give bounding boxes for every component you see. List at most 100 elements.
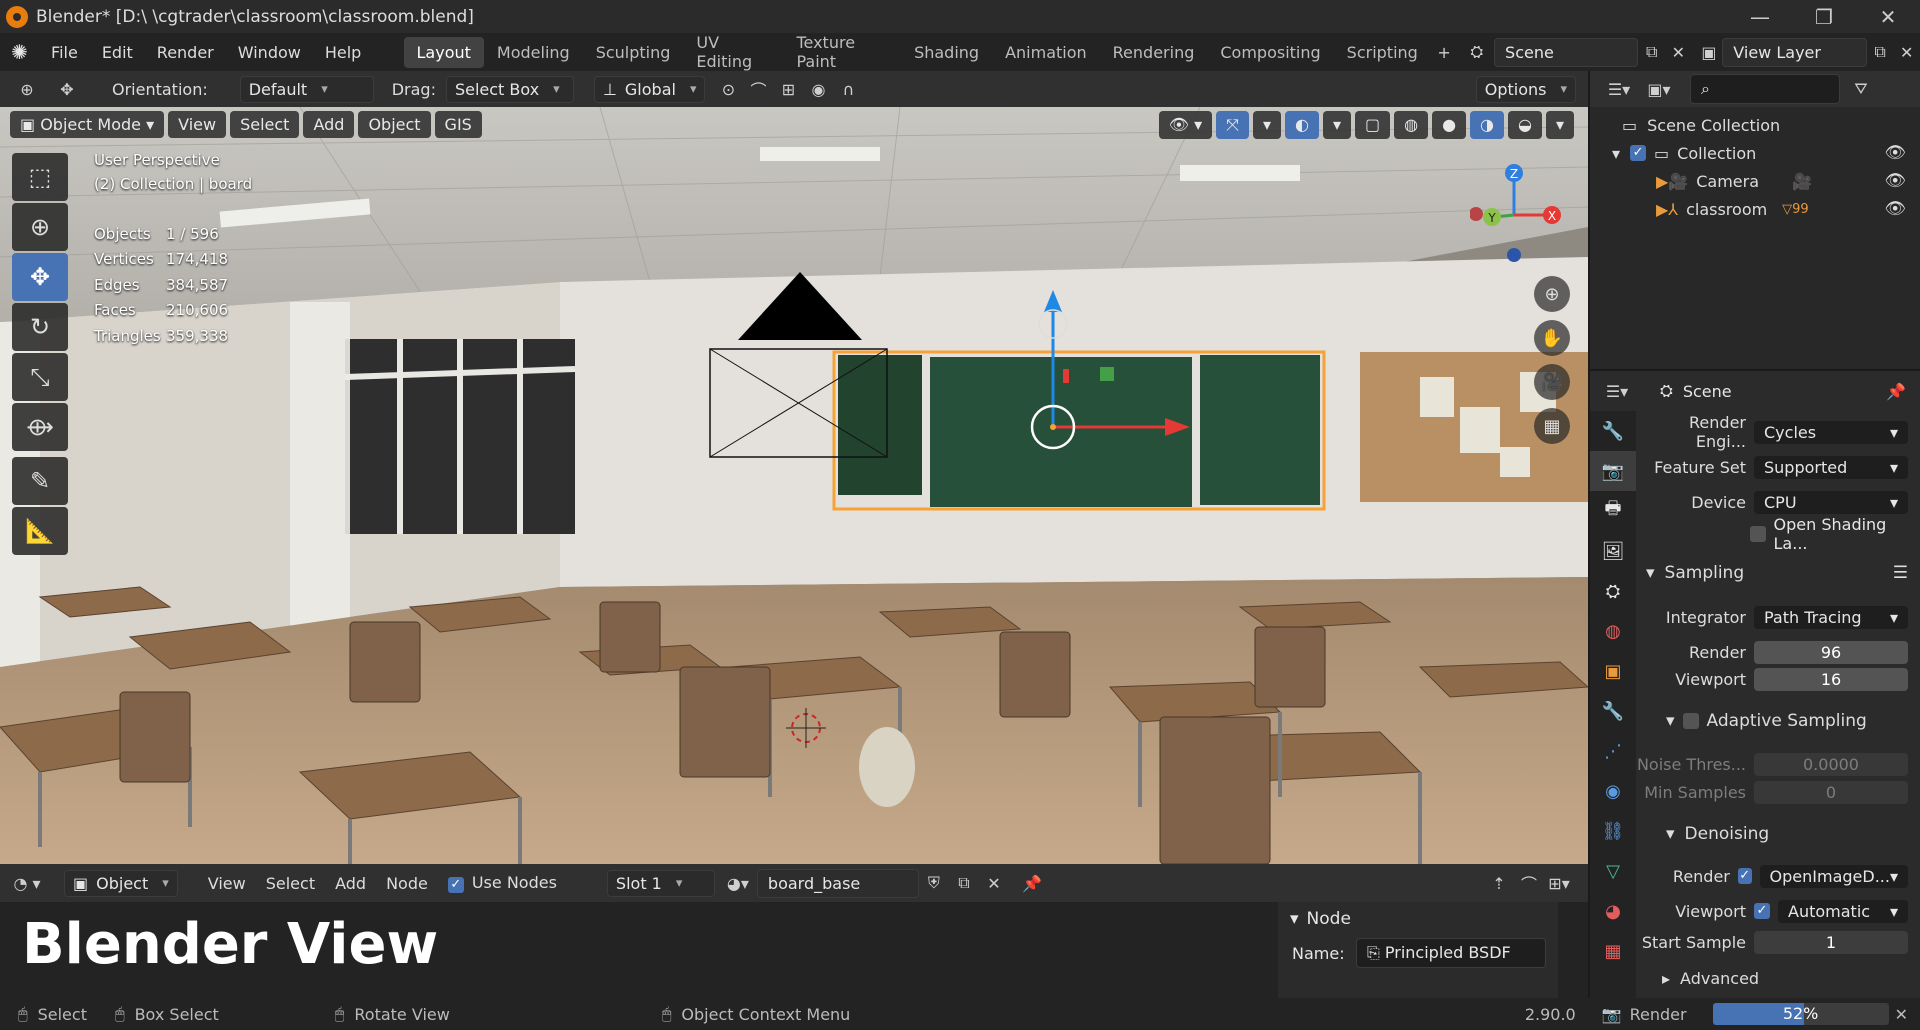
denoise-viewport-checkbox[interactable]: ✓ [1754,903,1770,919]
adaptive-sampling-checkbox[interactable] [1682,713,1699,729]
perspective-toggle-icon[interactable]: ▦ [1534,408,1570,444]
use-nodes-checkbox[interactable]: ✓ Use Nodes [438,873,567,893]
data-tab-icon[interactable]: ▽ [1590,851,1636,891]
cursor-tool-icon[interactable]: ⊕ [12,203,68,251]
measure-tool-icon[interactable]: 📐 [12,507,68,555]
minimize-button[interactable]: — [1728,5,1792,29]
select-box-tool-icon[interactable]: ⬚ [12,153,68,201]
scale-tool-icon[interactable]: ⤡ [12,353,68,401]
view-layer-field[interactable]: View Layer [1722,37,1867,67]
pin-properties-icon[interactable]: 📌 [1886,382,1906,401]
node-grid-icon[interactable]: ⊞▾ [1544,869,1574,897]
tab-uv-editing[interactable]: UV Editing [683,27,783,77]
material-name-field[interactable]: board_base [756,868,919,898]
visibility-eye-icon[interactable]: 👁 [1884,199,1906,219]
outliner-editor-icon[interactable]: ☰▾ [1604,75,1634,103]
shader-menu-node[interactable]: Node [376,874,438,893]
wireframe-shading-icon[interactable]: ◍ [1394,111,1429,139]
menu-help[interactable]: Help [313,43,373,62]
options-dropdown[interactable]: Options [1475,75,1576,103]
scene-field[interactable]: Scene [1494,37,1639,67]
constraints-tab-icon[interactable]: ⛓ [1590,811,1636,851]
transform-tool-icon[interactable]: ⟴ [12,403,68,451]
modifier-tab-icon[interactable]: 🔧 [1590,691,1636,731]
object-tab-icon[interactable]: ▣ [1590,651,1636,691]
shader-menu-view[interactable]: View [198,874,256,893]
snap-icon[interactable]: ⌒ [743,75,773,103]
pin-icon[interactable]: 📌 [1017,869,1047,897]
outliner-collection[interactable]: ▾ ✓ ▭ Collection 👁 [1590,139,1920,167]
feature-set-dropdown[interactable]: Supported ▾ [1754,455,1908,479]
delete-view-layer-icon[interactable]: ✕ [1893,38,1920,66]
material-shading-icon[interactable]: ◑ [1470,111,1504,139]
new-scene-icon[interactable]: ⧉ [1638,38,1665,66]
tab-sculpting[interactable]: Sculpting [583,37,684,68]
restore-button[interactable]: ❐ [1792,5,1856,29]
collection-checkbox-icon[interactable]: ✓ [1630,145,1647,161]
menu-window[interactable]: Window [226,43,313,62]
tool-tab-icon[interactable]: 🔧 [1590,411,1636,451]
noise-threshold-field[interactable]: 0.0000 [1754,752,1908,776]
viewport-menu-gis[interactable]: GIS [434,111,482,138]
solid-shading-icon[interactable]: ● [1432,111,1467,139]
open-shading-checkbox[interactable] [1750,526,1766,542]
overlay-toggle-icon[interactable]: ◐ [1284,111,1319,139]
view-layer-tab-icon[interactable]: 🖼 [1590,531,1636,571]
tool-settings-icon[interactable]: ⊕ [12,75,42,103]
outliner-search-input[interactable]: ⌕ [1690,74,1840,104]
denoising-header[interactable]: ▾ Denoising [1666,824,1769,844]
close-window-button[interactable]: ✕ [1856,5,1920,29]
advanced-header[interactable]: ▸ Advanced [1662,969,1759,988]
display-mode-icon[interactable]: ▣▾ [1644,75,1674,103]
camera-view-icon[interactable]: 🎥 [1534,364,1570,400]
denoise-render-checkbox[interactable]: ✓ [1737,868,1752,884]
viewport-menu-add[interactable]: Add [303,111,355,138]
tab-rendering[interactable]: Rendering [1100,37,1208,68]
output-tab-icon[interactable]: 🖶 [1590,491,1636,531]
duplicate-material-icon[interactable]: ⧉ [949,869,979,897]
view-layer-icon[interactable]: ▣ [1696,38,1723,66]
tab-modeling[interactable]: Modeling [484,37,583,68]
scene-tab-icon[interactable]: ⛭ [1590,571,1636,611]
new-view-layer-icon[interactable]: ⧉ [1867,38,1894,66]
properties-editor-icon[interactable]: ☰▾ [1602,377,1632,405]
menu-render[interactable]: Render [145,43,226,62]
rotate-tool-icon[interactable]: ↻ [12,303,68,351]
orientation-dropdown[interactable]: Default [239,75,374,103]
viewport-menu-select[interactable]: Select [230,111,300,138]
sampling-panel-header[interactable]: ▾ Sampling ☰ [1646,563,1908,583]
annotate-tool-icon[interactable]: ✎ [12,457,68,505]
mode-dropdown[interactable]: ▣ Object Mode ▾ [10,111,165,138]
tab-texture-paint[interactable]: Texture Paint [783,27,901,77]
physics-tab-icon[interactable]: ◉ [1590,771,1636,811]
tab-shading[interactable]: Shading [901,37,992,68]
rendered-shading-icon[interactable]: ◒ [1508,111,1542,139]
visibility-icon[interactable]: 👁 ▾ [1158,111,1213,139]
outliner-item-classroom[interactable]: ▶⅄ classroom ▽99 👁 [1590,195,1920,223]
outliner-scene-collection[interactable]: ▭ Scene Collection [1590,111,1920,139]
viewport-menu-object[interactable]: Object [358,111,431,138]
move-tool-button-icon[interactable]: ✥ [12,253,68,301]
shader-type-dropdown[interactable]: ▣ Object [64,869,178,897]
tab-compositing[interactable]: Compositing [1207,37,1333,68]
node-snap-icon[interactable]: ⌒ [1514,869,1544,897]
falloff-icon[interactable]: ∩ [833,75,863,103]
open-shading-row[interactable]: Open Shading La... [1636,515,1920,553]
zoom-icon[interactable]: ⊕ [1534,276,1570,312]
editor-type-icon[interactable]: ◔ ▾ [12,869,42,897]
pan-hand-icon[interactable]: ✋ [1534,320,1570,356]
fake-user-icon[interactable]: ⛨ [919,869,949,897]
viewport-menu-view[interactable]: View [168,111,227,138]
pivot-icon[interactable]: ⊙ [713,75,743,103]
drag-dropdown[interactable]: Select Box [445,75,574,103]
overlay-dropdown-icon[interactable]: ▾ [1322,111,1351,139]
texture-tab-icon[interactable]: ▦ [1590,931,1636,971]
add-workspace-icon[interactable]: + [1431,38,1458,66]
particles-tab-icon[interactable]: ⋰ [1590,731,1636,771]
shader-menu-add[interactable]: Add [325,874,376,893]
min-samples-field[interactable]: 0 [1754,780,1908,804]
world-tab-icon[interactable]: ◍ [1590,611,1636,651]
visibility-eye-icon[interactable]: 👁 [1884,171,1906,191]
cancel-render-icon[interactable]: ✕ [1895,1005,1908,1024]
3d-viewport[interactable]: ▣ Object Mode ▾ View Select Add Object G… [0,107,1588,864]
